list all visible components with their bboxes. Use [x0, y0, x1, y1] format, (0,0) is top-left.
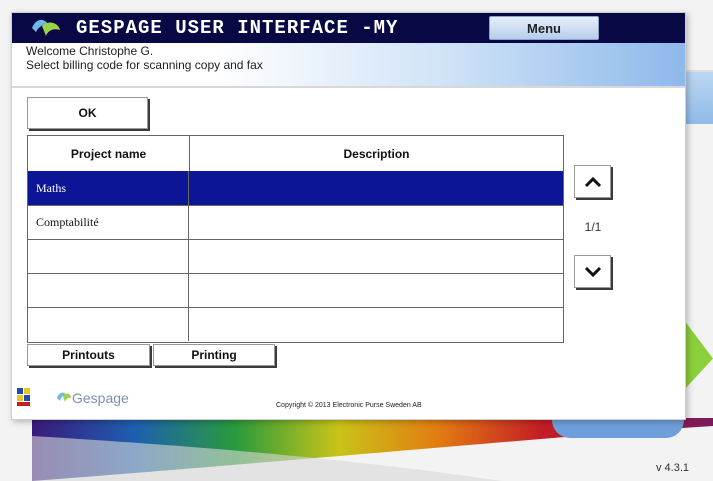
copyright-text: Copyright © 2013 Electronic Purse Sweden…: [276, 402, 422, 409]
gespage-footer-logo-icon: [57, 392, 71, 402]
description-cell: [190, 239, 563, 273]
project-name-cell: [28, 307, 189, 341]
welcome-banner: Welcome Christophe G. Select billing cod…: [12, 43, 685, 88]
table-row[interactable]: [28, 273, 563, 308]
title-bar: GESPAGE USER INTERFACE -MY Menu: [12, 13, 685, 43]
menu-button[interactable]: Menu: [489, 16, 599, 40]
description-cell: [190, 171, 563, 205]
column-header-project-name[interactable]: Project name: [28, 136, 190, 171]
chevron-down-icon: [584, 266, 601, 277]
page-indicator: 1/1: [584, 220, 602, 234]
partner-logo-icon: [17, 388, 30, 406]
printouts-button[interactable]: Printouts: [27, 344, 150, 366]
printing-button[interactable]: Printing: [153, 344, 275, 366]
instruction-text: Select billing code for scanning copy an…: [26, 58, 263, 72]
description-cell: [190, 273, 563, 307]
table-row[interactable]: [28, 307, 563, 341]
app-title: GESPAGE USER INTERFACE -MY: [76, 17, 399, 39]
project-name-cell: [28, 273, 189, 307]
table-header: Project name Description: [28, 136, 563, 172]
project-name-cell: Maths: [28, 171, 189, 205]
main-panel: GESPAGE USER INTERFACE -MY Menu Welcome …: [11, 12, 686, 420]
version-label: v 4.3.1: [655, 462, 689, 474]
background-blue-tab: [552, 418, 684, 438]
gespage-logo-icon: [32, 19, 60, 36]
ok-button[interactable]: OK: [27, 97, 148, 129]
background-blue-block: [684, 70, 713, 124]
project-name-cell: Comptabilité: [28, 205, 189, 239]
billing-code-table: Project name Description Maths Comptabil…: [27, 135, 564, 343]
table-row[interactable]: Maths: [28, 171, 563, 206]
chevron-up-icon: [584, 176, 601, 187]
project-name-cell: [28, 239, 189, 273]
background-green-arrow: [684, 320, 713, 390]
welcome-message: Welcome Christophe G.: [26, 44, 154, 58]
scroll-up-button[interactable]: [574, 165, 611, 198]
gespage-brand-text: Gespage: [72, 390, 129, 406]
table-row[interactable]: Comptabilité: [28, 205, 563, 240]
description-cell: [190, 307, 563, 341]
table-row[interactable]: [28, 239, 563, 274]
description-cell: [190, 205, 563, 239]
column-header-description[interactable]: Description: [190, 136, 563, 171]
scroll-down-button[interactable]: [574, 255, 611, 288]
